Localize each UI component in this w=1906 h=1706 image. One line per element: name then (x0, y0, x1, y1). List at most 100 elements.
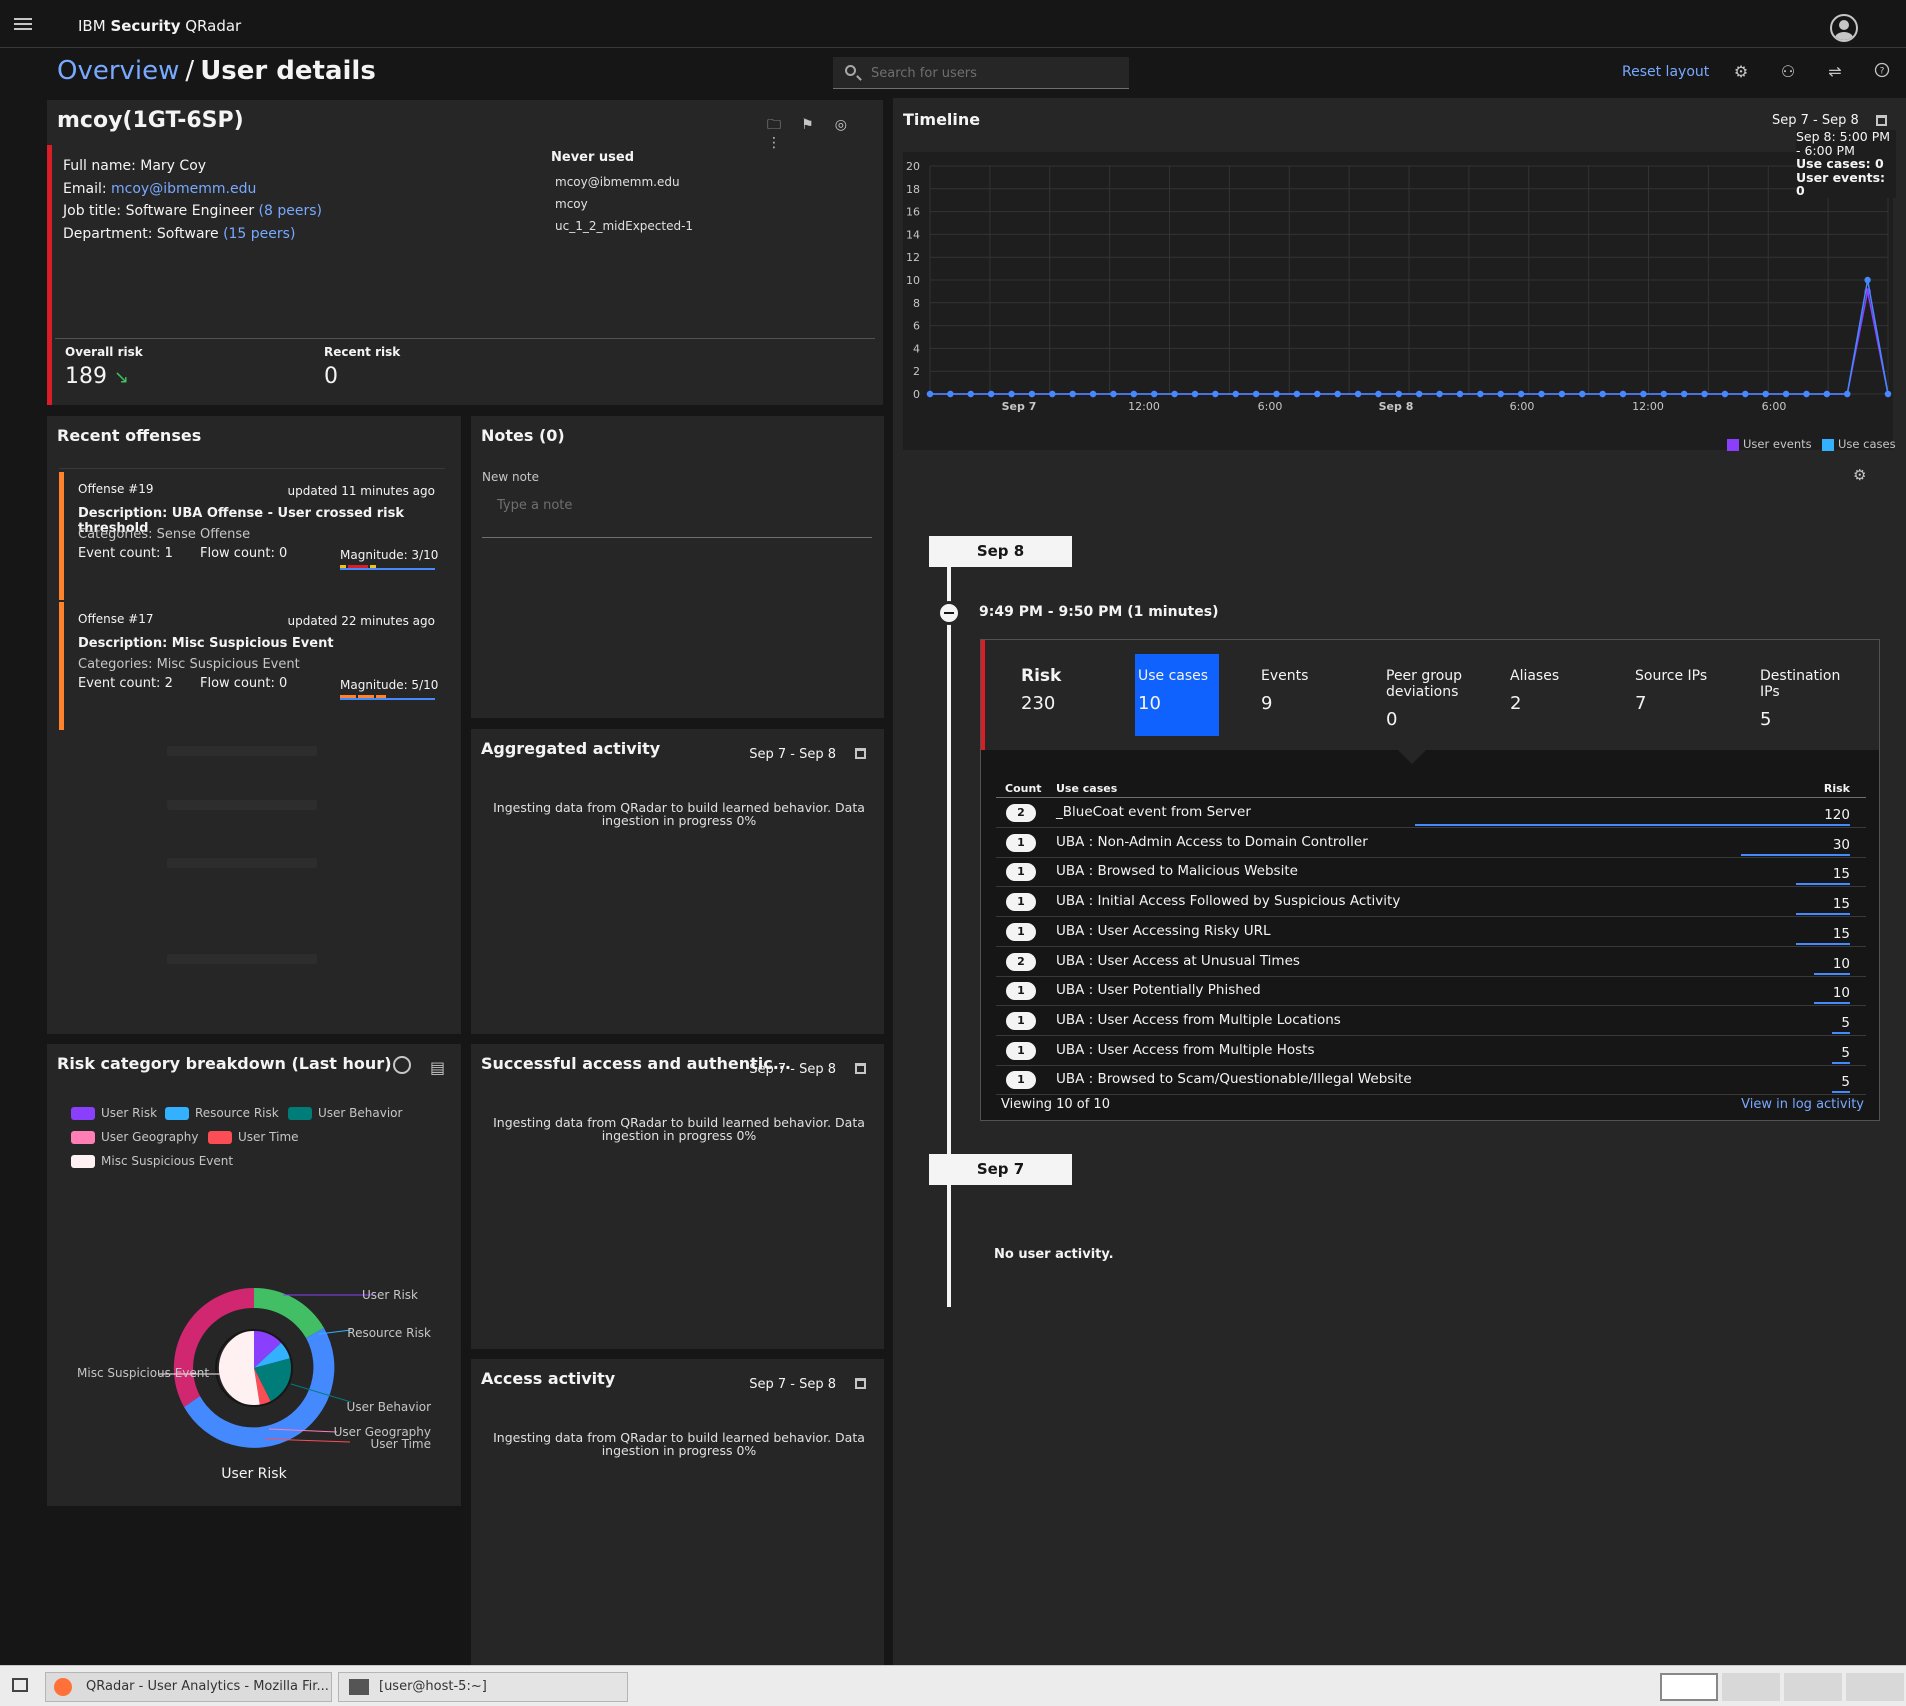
workspace-1[interactable] (1660, 1673, 1718, 1701)
timeline-chart: 0 2 4 6 8 10 12 14 16 18 20 Sep 7 12:00 6:00 Sep 8 6:00… (903, 152, 1893, 450)
clock-icon[interactable] (393, 1056, 411, 1074)
legend-item[interactable]: User Behavior (288, 1106, 402, 1120)
use-case-row[interactable]: 1 UBA : Non-Admin Access to Domain Contro… (996, 828, 1866, 858)
data-point (1680, 390, 1688, 398)
search-input[interactable] (871, 61, 1121, 85)
data-point (1375, 390, 1382, 398)
legend-user-events[interactable]: User events (1727, 437, 1812, 451)
risk-bar (1831, 1061, 1850, 1064)
workspace-2[interactable] (1722, 1673, 1780, 1701)
successful-access-panel: Successful access and authentic... Sep 7… (471, 1044, 884, 1349)
x-tick-label: Sep 8 (1379, 400, 1414, 413)
offense-flow-count: Flow count: 0 (200, 676, 288, 691)
use-case-row[interactable]: 1 UBA : Initial Access Followed by Suspic… (996, 887, 1866, 918)
alias-item: uc_1_2_midExpected-1 (555, 219, 694, 233)
taskbar-terminal[interactable]: [user@host-5:~] (338, 1672, 628, 1702)
date-range[interactable]: Sep 7 - Sep 8 (749, 1062, 836, 1077)
overflow-menu-icon[interactable]: ⋮ (764, 135, 784, 153)
dept-peers-link[interactable]: (15 peers) (223, 226, 295, 242)
offense-id: Offense #17 (78, 612, 154, 626)
users-icon[interactable]: ⚇ (1778, 62, 1798, 82)
gear-icon[interactable]: ⚙ (1853, 466, 1866, 484)
offense-card[interactable]: Offense #19 updated 11 minutes ago Descr… (59, 472, 445, 600)
date-range[interactable]: Sep 7 - Sep 8 (749, 1377, 836, 1392)
count-pill: 1 (1006, 863, 1036, 882)
legend-item[interactable]: User Geography (71, 1130, 198, 1144)
help-icon[interactable]: ? (1872, 62, 1892, 82)
panel-title: Aggregated activity (481, 739, 661, 758)
date-range[interactable]: Sep 7 - Sep 8 (749, 747, 836, 762)
use-case-risk: 10 (1832, 955, 1850, 972)
use-case-row[interactable]: 1 UBA : Browsed to Scam/Questionable/Ille… (996, 1065, 1866, 1096)
menu-icon[interactable] (14, 18, 32, 30)
folder-icon[interactable]: 🗀 (764, 114, 784, 133)
show-desktop-icon[interactable] (12, 1678, 28, 1692)
user-name: mcoy(1GT-6SP) (57, 108, 244, 133)
flag-icon[interactable]: ⚑ (797, 117, 817, 135)
data-point (1110, 390, 1117, 398)
gear-icon[interactable]: ⚙ (1731, 62, 1751, 82)
legend-item[interactable]: Resource Risk (165, 1106, 279, 1120)
timeline-date-range[interactable]: Sep 7 - Sep 8 (1772, 113, 1859, 128)
legend-item[interactable]: User Time (208, 1130, 299, 1144)
count-pill: 1 (1006, 1041, 1036, 1060)
callout-label: Resource Risk (347, 1326, 431, 1340)
sliders-icon[interactable]: ⇌ (1825, 62, 1845, 82)
workspace-4[interactable] (1846, 1673, 1904, 1701)
watch-icon[interactable]: ◎ (831, 117, 851, 135)
calendar-icon[interactable] (855, 1063, 866, 1074)
count-pill: 1 (1006, 833, 1036, 852)
kpi-events[interactable]: Events 9 (1261, 668, 1308, 713)
data-point (1232, 390, 1239, 398)
overall-risk-value: 189 ↘ (65, 364, 130, 389)
breadcrumb-overview-link[interactable]: Overview (57, 56, 179, 86)
kpi-use-cases[interactable]: Use cases 10 (1138, 668, 1208, 713)
use-case-row[interactable]: 2 UBA : User Access at Unusual Times 10 (996, 947, 1866, 977)
job-peers-link[interactable]: (8 peers) (259, 203, 322, 219)
data-point (1436, 390, 1443, 398)
note-textarea[interactable] (482, 488, 872, 538)
kpi-aliases[interactable]: Aliases 2 (1510, 668, 1559, 713)
data-point (1762, 390, 1769, 398)
legend-use-cases[interactable]: Use cases (1822, 437, 1896, 451)
kpi-risk[interactable]: Risk 230 (1021, 668, 1061, 713)
kpi-row: Risk 230 Use cases 10 Events 9 Peer group d… (981, 640, 1879, 750)
data-point (1314, 390, 1321, 398)
kpi-destination-ips[interactable]: Destination IPs 5 (1760, 668, 1850, 729)
calendar-icon[interactable] (855, 1378, 866, 1389)
workspace-3[interactable] (1784, 1673, 1842, 1701)
use-case-row[interactable]: 1 UBA : Browsed to Malicious Website 15 (996, 857, 1866, 888)
divider (59, 468, 445, 469)
data-point (1599, 390, 1606, 398)
card-actions: 🗀 ⚑ ◎ ⋮ (755, 114, 883, 153)
kpi-source-ips[interactable]: Source IPs 7 (1635, 668, 1707, 713)
data-point (1415, 390, 1423, 398)
calendar-icon[interactable] (855, 748, 866, 759)
kpi-peer-group[interactable]: Peer group deviations 0 (1386, 668, 1476, 729)
use-case-risk: 5 (1841, 1074, 1850, 1091)
data-point (1191, 390, 1199, 398)
use-case-row[interactable]: 1 UBA : User Accessing Risky URL 15 (996, 917, 1866, 947)
use-case-row[interactable]: 1 UBA : User Access from Multiple Hosts 5 (996, 1036, 1866, 1066)
table-view-icon[interactable]: ▤ (430, 1058, 445, 1077)
breadcrumb: Overview / User details (57, 56, 376, 86)
calendar-icon[interactable] (1876, 115, 1887, 126)
view-log-activity-link[interactable]: View in log activity (1741, 1097, 1864, 1112)
offense-card[interactable]: Offense #17 updated 22 minutes ago Descr… (59, 602, 445, 730)
placeholder-row (167, 746, 317, 756)
data-point (1640, 390, 1647, 398)
reset-layout-link[interactable]: Reset layout (1622, 64, 1709, 80)
email-link[interactable]: mcoy@ibmemm.edu (111, 181, 256, 197)
use-case-row[interactable]: 2 _BlueCoat event from Server 120 (996, 798, 1866, 828)
data-point (1558, 390, 1566, 398)
taskbar-firefox[interactable]: QRadar - User Analytics - Mozilla Fir... (45, 1672, 332, 1702)
legend-item[interactable]: Misc Suspicious Event (71, 1154, 233, 1168)
collapse-icon[interactable] (937, 601, 961, 625)
count-pill: 2 (1006, 804, 1036, 822)
user-avatar-icon[interactable] (1830, 14, 1858, 42)
legend-item[interactable]: User Risk (71, 1106, 157, 1120)
top-header: IBM Security QRadar (0, 0, 1906, 48)
ingest-status: Ingesting data from QRadar to build lear… (493, 1430, 865, 1458)
use-case-row[interactable]: 1 UBA : User Potentially Phished 10 (996, 976, 1866, 1007)
use-case-row[interactable]: 1 UBA : User Access from Multiple Locatio… (996, 1006, 1866, 1036)
